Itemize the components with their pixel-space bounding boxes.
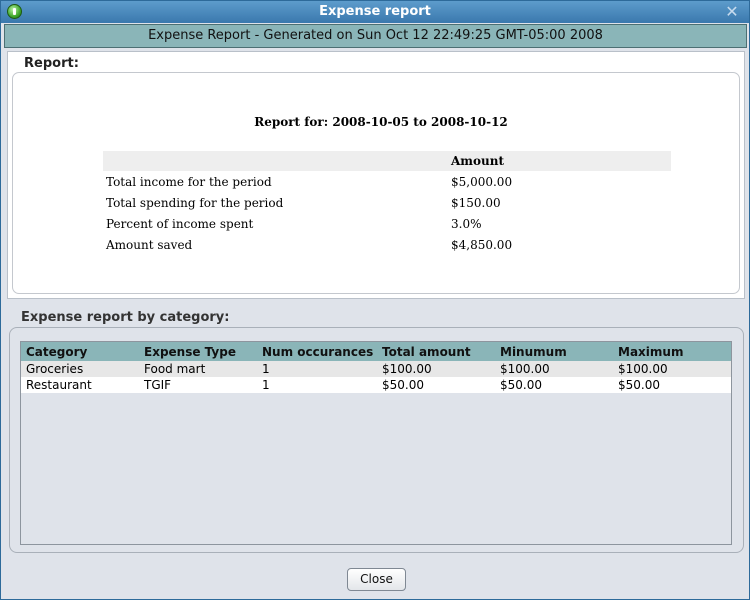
cell-maximum: $100.00 bbox=[618, 362, 668, 376]
app-icon bbox=[7, 4, 22, 19]
report-banner: Expense Report - Generated on Sun Oct 12… bbox=[4, 24, 747, 48]
cell-category: Groceries bbox=[26, 362, 84, 376]
category-report-label: Expense report by category: bbox=[21, 310, 230, 325]
cell-maximum: $50.00 bbox=[618, 378, 660, 392]
column-header-num-occurances[interactable]: Num occurances bbox=[262, 345, 373, 359]
summary-row-value: $150.00 bbox=[451, 196, 501, 210]
amount-column-header: Amount bbox=[451, 154, 505, 168]
table-row[interactable]: Restaurant TGIF 1 $50.00 $50.00 $50.00 bbox=[21, 377, 731, 393]
column-header-category[interactable]: Category bbox=[26, 345, 87, 359]
summary-row: Total spending for the period $150.00 bbox=[103, 192, 671, 213]
cell-total-amount: $50.00 bbox=[382, 378, 424, 392]
summary-row-value: $4,850.00 bbox=[451, 238, 513, 252]
summary-row-label: Total income for the period bbox=[106, 175, 272, 189]
title-bar[interactable]: Expense report ✕ bbox=[1, 1, 749, 23]
cell-minimum: $100.00 bbox=[500, 362, 550, 376]
cell-category: Restaurant bbox=[26, 378, 92, 392]
expense-report-window: Expense report ✕ Expense Report - Genera… bbox=[0, 0, 750, 600]
summary-row-value: 3.0% bbox=[451, 217, 482, 231]
report-label: Report: bbox=[24, 56, 79, 71]
column-header-maximum[interactable]: Maximum bbox=[618, 345, 683, 359]
close-button[interactable]: Close bbox=[347, 568, 406, 591]
close-icon[interactable]: ✕ bbox=[723, 2, 741, 22]
summary-table-header: Amount bbox=[103, 151, 671, 171]
cell-num-occurances: 1 bbox=[262, 362, 270, 376]
column-header-expense-type[interactable]: Expense Type bbox=[144, 345, 236, 359]
cell-total-amount: $100.00 bbox=[382, 362, 432, 376]
cell-num-occurances: 1 bbox=[262, 378, 270, 392]
table-row[interactable]: Groceries Food mart 1 $100.00 $100.00 $1… bbox=[21, 361, 731, 377]
summary-row: Percent of income spent 3.0% bbox=[103, 213, 671, 234]
column-header-minimum[interactable]: Minumum bbox=[500, 345, 567, 359]
report-section: Report: Report for: 2008-10-05 to 2008-1… bbox=[7, 51, 745, 299]
cell-expense-type: Food mart bbox=[144, 362, 206, 376]
summary-table: Amount Total income for the period $5,00… bbox=[103, 151, 671, 255]
category-table-header: Category Expense Type Num occurances Tot… bbox=[21, 342, 731, 361]
summary-row: Amount saved $4,850.00 bbox=[103, 234, 671, 255]
summary-row-label: Total spending for the period bbox=[106, 196, 284, 210]
category-table[interactable]: Category Expense Type Num occurances Tot… bbox=[20, 341, 732, 545]
cell-minimum: $50.00 bbox=[500, 378, 542, 392]
summary-row-label: Amount saved bbox=[106, 238, 193, 252]
banner-text: Expense Report - Generated on Sun Oct 12… bbox=[148, 28, 603, 43]
report-title: Report for: 2008-10-05 to 2008-10-12 bbox=[254, 115, 508, 129]
column-header-total-amount[interactable]: Total amount bbox=[382, 345, 471, 359]
cell-expense-type: TGIF bbox=[144, 378, 172, 392]
report-panel: Report for: 2008-10-05 to 2008-10-12 Amo… bbox=[12, 72, 740, 294]
window-title: Expense report bbox=[319, 4, 431, 19]
summary-row-value: $5,000.00 bbox=[451, 175, 513, 189]
summary-row: Total income for the period $5,000.00 bbox=[103, 171, 671, 192]
summary-row-label: Percent of income spent bbox=[106, 217, 254, 231]
